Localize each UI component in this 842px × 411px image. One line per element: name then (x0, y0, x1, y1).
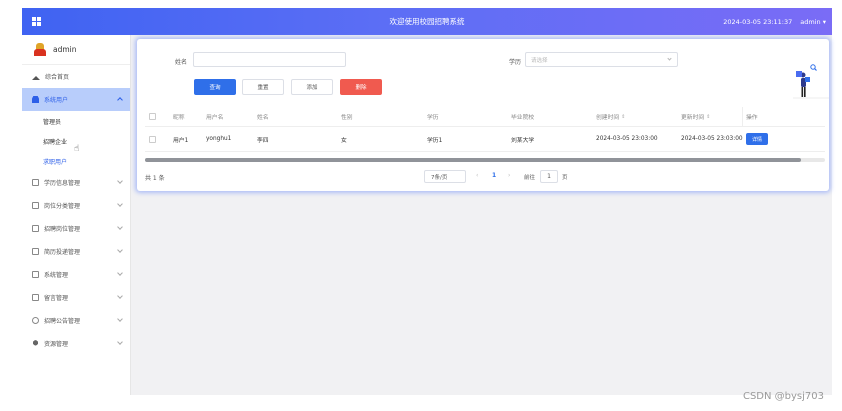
column-header: 用户名 (206, 115, 224, 121)
user-dropdown[interactable]: admin ▾ (800, 18, 826, 26)
sidebar-item-announcements[interactable]: 招聘公告管理 (22, 309, 130, 332)
column-header: 昵称 (173, 115, 185, 121)
system-title: 欢迎使用校园招聘系统 (389, 17, 465, 26)
row-checkbox[interactable] (149, 135, 156, 143)
sidebar-subitem-admins[interactable]: 管理员 (22, 111, 130, 131)
square-icon (32, 294, 39, 301)
sidebar-item-system-users[interactable]: 系统用户 (22, 88, 130, 111)
sidebar-item-home[interactable]: 综合首页 (22, 65, 130, 88)
cell-name: 李四 (257, 137, 269, 144)
prev-page-icon[interactable]: ‹ (476, 172, 478, 179)
column-header: 姓名 (257, 115, 269, 121)
education-select[interactable]: 请选择 (525, 52, 678, 67)
cell-nickname: 用户1 (173, 137, 189, 144)
column-header-updated-sortable[interactable]: 更新时间 ⇕ (681, 107, 710, 126)
search-illustration-icon (793, 64, 829, 99)
chevron-down-icon (117, 224, 123, 230)
cell-school: 刘某大学 (511, 137, 535, 144)
avatar (34, 43, 46, 56)
total-count: 共 1 条 (145, 175, 165, 182)
chevron-down-icon (117, 316, 123, 322)
sidebar-item-job-posts[interactable]: 招聘岗位管理 (22, 217, 130, 240)
datetime-display: 2024-03-05 23:11:37 (723, 17, 793, 26)
sidebar-item-education[interactable]: 学历信息管理 (22, 171, 130, 194)
hand-cursor-icon: ☝ (74, 144, 80, 154)
select-all-checkbox[interactable] (149, 113, 156, 120)
sidebar: admin 综合首页 系统用户 管理员 招聘企业 求职用户 学历信息管理 岗位分… (22, 35, 131, 395)
column-header: 毕业院校 (511, 115, 535, 121)
sidebar-item-system-manage[interactable]: 系统管理 (22, 263, 130, 286)
column-header: 操作 (742, 107, 758, 126)
page-size-select[interactable]: 7条/页 (424, 170, 466, 183)
reset-button[interactable]: 重置 (242, 79, 284, 95)
cell-gender: 女 (341, 137, 347, 144)
delete-button[interactable]: 删除 (340, 79, 382, 95)
horizontal-scrollbar[interactable] (145, 158, 825, 162)
chevron-down-icon (667, 56, 672, 61)
sort-icon: ⇕ (621, 113, 626, 120)
chevron-down-icon (117, 293, 123, 299)
square-icon (32, 225, 39, 232)
chevron-down-icon (117, 201, 123, 207)
name-search-input[interactable] (193, 52, 346, 67)
table-header: 昵称 用户名 姓名 性别 学历 毕业院校 创建时间 ⇕ 更新时间 ⇕ 操作 (145, 107, 825, 127)
chevron-down-icon (117, 178, 123, 184)
users-table: 昵称 用户名 姓名 性别 学历 毕业院校 创建时间 ⇕ 更新时间 ⇕ 操作 用户1 … (145, 107, 825, 152)
home-icon (32, 73, 40, 80)
chevron-up-icon (117, 97, 123, 103)
top-header: 欢迎使用校园招聘系统 2024-03-05 23:11:37 admin ▾ (22, 8, 832, 35)
square-icon (32, 179, 39, 186)
add-button[interactable]: 添加 (291, 79, 333, 95)
page-unit-label: 页 (562, 175, 568, 181)
chevron-down-icon (117, 339, 123, 345)
column-header: 性别 (341, 115, 353, 121)
user-icon (32, 96, 39, 103)
sidebar-username: admin (53, 45, 77, 54)
next-page-icon[interactable]: › (508, 172, 510, 179)
sidebar-item-job-category[interactable]: 岗位分类管理 (22, 194, 130, 217)
sidebar-item-resume-delivery[interactable]: 简历投递管理 (22, 240, 130, 263)
cell-created: 2024-03-05 23:03:00 (596, 136, 658, 142)
caret-down-icon: ▾ (822, 17, 826, 26)
column-header-created-sortable[interactable]: 创建时间 ⇕ (596, 107, 625, 126)
sidebar-item-messages[interactable]: 留言管理 (22, 286, 130, 309)
sidebar-user: admin (22, 35, 130, 65)
square-icon (32, 202, 39, 209)
pin-icon (32, 340, 39, 347)
table-row: 用户1 yonghu1 李四 女 学历1 刘某大学 2024-03-05 23:… (145, 127, 825, 152)
main-panel: 姓名 学历 请选择 查询 重置 添加 删除 昵称 用户名 姓名 性别 学历 毕业… (137, 39, 829, 191)
chevron-down-icon (117, 270, 123, 276)
info-icon (32, 317, 39, 324)
square-icon (32, 271, 39, 278)
name-label: 姓名 (175, 59, 188, 66)
cell-username: yonghu1 (206, 136, 232, 142)
cell-education: 学历1 (427, 137, 443, 144)
column-header: 学历 (427, 115, 439, 121)
watermark: CSDN @bysj703 (742, 391, 824, 402)
cell-updated: 2024-03-05 23:03:00 (681, 136, 743, 142)
sidebar-item-resources[interactable]: 资源管理 (22, 332, 130, 355)
chevron-down-icon (117, 247, 123, 253)
scrollbar-thumb[interactable] (145, 158, 801, 162)
pagination: 共 1 条 7条/页 ‹ 1 › 前往 1 页 (145, 170, 825, 184)
sort-icon: ⇕ (706, 113, 711, 120)
detail-button[interactable]: 详情 (746, 133, 768, 145)
goto-label: 前往 (524, 175, 536, 181)
goto-page-input[interactable]: 1 (540, 170, 558, 183)
search-button[interactable]: 查询 (194, 79, 236, 95)
square-icon (32, 248, 39, 255)
education-label: 学历 (509, 59, 522, 66)
page-number[interactable]: 1 (492, 172, 496, 179)
sidebar-subitem-job-seekers[interactable]: 求职用户 (22, 151, 130, 171)
